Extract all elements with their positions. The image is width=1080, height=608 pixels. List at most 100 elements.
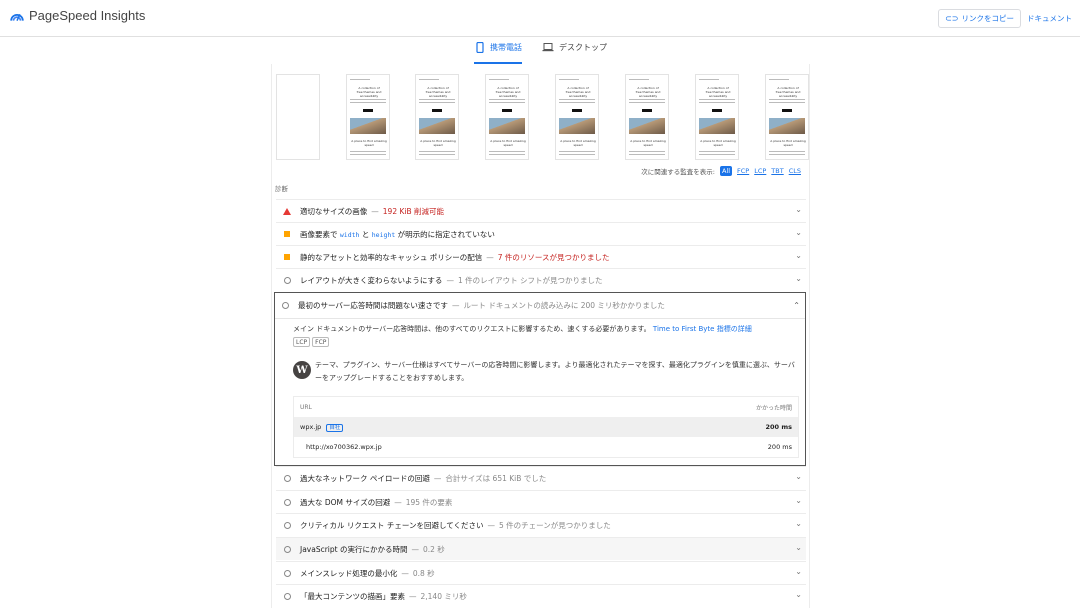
thumb-caption-line: speed bbox=[713, 143, 723, 147]
audit-title: 「最大コンテンツの描画」要素 bbox=[300, 591, 405, 601]
docs-link[interactable]: ドキュメント bbox=[1027, 13, 1072, 24]
row-time: 200 ms bbox=[767, 443, 792, 451]
filmstrip: A collection of free themes and accessib… bbox=[276, 74, 809, 170]
filter-fcp[interactable]: FCP bbox=[737, 167, 749, 175]
table-header: URL かかった時間 bbox=[294, 397, 798, 417]
tag-lcp: LCP bbox=[293, 337, 311, 347]
expanded-audit-header[interactable]: 最初のサーバー応答時間は問題ない速さです — ルート ドキュメントの読み込みに … bbox=[275, 293, 805, 319]
audit-row[interactable]: メインスレッド処理の最小化 — 0.8 秒 ⌄ bbox=[276, 561, 806, 584]
info-circle-icon bbox=[283, 569, 291, 577]
audit-title: クリティカル リクエスト チェーンを回避してください bbox=[300, 520, 484, 530]
stack-pack-tip: テーマ、プラグイン、サーバー仕様はすべてサーバーの応答時間に影響します。より最適… bbox=[315, 361, 795, 382]
thumb-caption-line: speed bbox=[364, 143, 374, 147]
audit-title: 適切なサイズの画像 bbox=[300, 206, 368, 216]
chevron-down-icon: ⌄ bbox=[795, 567, 802, 576]
audit-row[interactable]: 適切なサイズの画像 — 192 KiB 削減可能 ⌄ bbox=[276, 199, 806, 222]
section-label: 診断 bbox=[275, 185, 288, 193]
chevron-down-icon: ⌄ bbox=[795, 205, 802, 214]
average-square-icon bbox=[284, 231, 290, 237]
audit-detail: 2,140 ミリ秒 bbox=[420, 591, 467, 601]
audit-row[interactable]: 過大なネットワーク ペイロードの回避 — 合計サイズは 651 KiB でした … bbox=[276, 466, 806, 489]
tab-mobile-label: 携帯電話 bbox=[490, 43, 522, 52]
filter-tbt[interactable]: TBT bbox=[771, 167, 783, 175]
chevron-down-icon: ⌄ bbox=[795, 228, 802, 237]
chevron-down-icon: ⌄ bbox=[795, 543, 802, 552]
details-table: URL かかった時間 wpx.jp 自社 200 ms http://xo700… bbox=[293, 396, 799, 458]
audit-detail: 5 件のチェーンが見つかりました bbox=[499, 520, 611, 530]
thumb-caption-line: speed bbox=[643, 143, 653, 147]
tab-mobile[interactable]: 携帯電話 bbox=[476, 42, 522, 53]
audit-row[interactable]: 画像要素で width と height が明示的に指定されていない ⌄ bbox=[276, 222, 806, 245]
top-bar: PageSpeed Insights ⊂⊃ リンクをコピー ドキュメント bbox=[0, 0, 1080, 37]
first-party-badge: 自社 bbox=[326, 424, 344, 432]
fail-triangle-icon bbox=[283, 207, 291, 215]
audit-row[interactable]: 「最大コンテンツの描画」要素 — 2,140 ミリ秒 ⌄ bbox=[276, 584, 806, 607]
learn-more-link[interactable]: Time to First Byte 指標の詳細 bbox=[653, 325, 752, 333]
col-time: かかった時間 bbox=[755, 404, 792, 412]
audit-row[interactable]: 静的なアセットと効率的なキャッシュ ポリシーの配信 — 7 件のリソースが見つか… bbox=[276, 245, 806, 268]
audit-detail: 195 件の要素 bbox=[405, 497, 453, 507]
chevron-down-icon: ⌄ bbox=[795, 274, 802, 283]
laptop-icon bbox=[542, 43, 554, 52]
thumb-caption-line: speed bbox=[433, 143, 443, 147]
audit-title: 過大な DOM サイズの回避 bbox=[300, 497, 391, 507]
filmstrip-frame: A collection of free themes and accessib… bbox=[625, 74, 669, 160]
expanded-audit: 最初のサーバー応答時間は問題ない速さです — ルート ドキュメントの読み込みに … bbox=[274, 292, 806, 466]
filmstrip-frame: A collection of free themes and accessib… bbox=[485, 74, 529, 160]
tag-fcp: FCP bbox=[312, 337, 330, 347]
thumb-title-line: accessibility bbox=[638, 94, 658, 98]
tab-desktop[interactable]: デスクトップ bbox=[542, 42, 607, 53]
logo[interactable]: PageSpeed Insights bbox=[10, 8, 145, 23]
audit-title: JavaScript の実行にかかる時間 bbox=[300, 544, 408, 554]
thumb-caption-line: speed bbox=[783, 143, 793, 147]
entity-time: 200 ms bbox=[765, 423, 792, 431]
thumb-title-line: accessibility bbox=[498, 94, 518, 98]
copy-link-button[interactable]: ⊂⊃ リンクをコピー bbox=[938, 9, 1021, 28]
audit-row[interactable]: 過大な DOM サイズの回避 — 195 件の要素 ⌄ bbox=[276, 490, 806, 513]
audit-title-part: 画像要素で bbox=[300, 229, 338, 239]
audit-title: メインスレッド処理の最小化 bbox=[300, 568, 398, 578]
audit-title-part: と bbox=[361, 229, 370, 239]
filmstrip-frame bbox=[276, 74, 320, 160]
chevron-down-icon: ⌄ bbox=[795, 251, 802, 260]
col-url: URL bbox=[300, 403, 312, 411]
chevron-down-icon: ⌄ bbox=[795, 472, 802, 481]
info-circle-icon bbox=[281, 302, 289, 309]
audit-title: レイアウトが大きく変わらないようにする bbox=[300, 275, 443, 285]
device-tabs: 携帯電話 デスクトップ bbox=[0, 38, 1080, 64]
filter-all[interactable]: All bbox=[719, 166, 732, 176]
info-circle-icon bbox=[283, 474, 291, 482]
filmstrip-frame: A collection of free themes and accessib… bbox=[346, 74, 390, 160]
app-title: PageSpeed Insights bbox=[29, 8, 146, 23]
wordpress-icon: W bbox=[293, 361, 311, 379]
filter-cls[interactable]: CLS bbox=[789, 167, 801, 175]
audit-detail: 0.2 秒 bbox=[422, 544, 445, 554]
audit-row[interactable]: レイアウトが大きく変わらないようにする — 1 件のレイアウト シフトが見つかり… bbox=[276, 268, 806, 291]
audit-title: 画像要素で width と height が明示的に指定されていない bbox=[300, 229, 495, 240]
filmstrip-frame: A collection of free themes and accessib… bbox=[415, 74, 459, 160]
table-row: http://xo700362.wpx.jp 200 ms bbox=[294, 437, 798, 457]
audit-description: メイン ドキュメントのサーバー応答時間は、他のすべてのリクエストに影響するため、… bbox=[293, 324, 801, 335]
table-row: wpx.jp 自社 200 ms bbox=[294, 417, 798, 437]
tab-desktop-label: デスクトップ bbox=[559, 43, 607, 52]
chevron-down-icon: ⌄ bbox=[795, 590, 802, 599]
thumb-title-line: accessibility bbox=[778, 94, 798, 98]
filter-lcp[interactable]: LCP bbox=[754, 167, 766, 175]
row-url[interactable]: http://xo700362.wpx.jp bbox=[306, 443, 382, 451]
description-text: メイン ドキュメントのサーバー応答時間は、他のすべてのリクエストに影響するため、… bbox=[293, 325, 651, 333]
filter-label: 次に関連する監査を表示: bbox=[641, 168, 715, 176]
info-circle-icon bbox=[283, 521, 291, 529]
audit-row[interactable]: JavaScript の実行にかかる時間 — 0.2 秒 ⌄ bbox=[276, 537, 806, 560]
entity-name: wpx.jp bbox=[300, 423, 322, 431]
audit-row[interactable]: クリティカル リクエスト チェーンを回避してください — 5 件のチェーンが見つ… bbox=[276, 513, 806, 536]
link-icon: ⊂⊃ bbox=[945, 14, 959, 23]
mobile-icon bbox=[476, 42, 484, 53]
audit-detail: 7 件のリソースが見つかりました bbox=[497, 252, 610, 262]
audit-title: 過大なネットワーク ペイロードの回避 bbox=[300, 473, 430, 483]
info-circle-icon bbox=[283, 592, 291, 600]
thumb-caption-line: speed bbox=[573, 143, 583, 147]
info-circle-icon bbox=[283, 498, 291, 506]
code-width: width bbox=[339, 230, 360, 239]
audit-title-part: が明示的に指定されていない bbox=[397, 229, 495, 239]
code-height: height bbox=[371, 230, 396, 239]
